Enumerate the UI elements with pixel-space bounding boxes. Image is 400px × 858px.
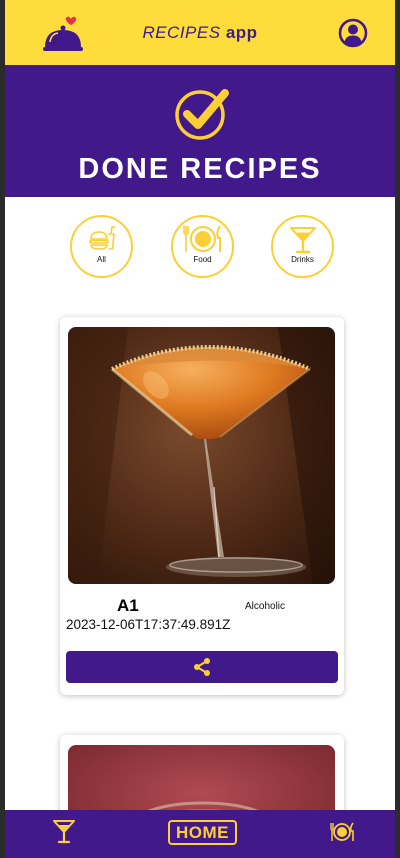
page-banner: DONE RECIPES: [5, 65, 395, 197]
bottom-nav: HOME: [5, 810, 395, 858]
app-title: RECIPES app: [142, 23, 257, 43]
cocktail-photo: [68, 327, 335, 584]
recipe-done-date: 2023-12-06T17:37:49.891Z: [66, 617, 231, 632]
filter-all-button[interactable]: All: [70, 215, 133, 278]
share-icon: [194, 658, 210, 676]
page-title: DONE RECIPES: [78, 153, 322, 185]
meals-nav-icon[interactable]: [329, 821, 355, 843]
drinks-nav-icon[interactable]: [52, 819, 76, 845]
filter-buttons: All Food Drinks: [5, 215, 395, 279]
recipe-name[interactable]: A1: [117, 596, 139, 616]
done-recipe-card: A1 Alcoholic 2023-12-06T17:37:49.891Z: [60, 317, 344, 695]
fastfood-icon: [88, 225, 115, 250]
recipe-category-tag: Alcoholic: [245, 601, 286, 612]
app-frame: RECIPES app DONE RECIPES All Food Drinks…: [0, 0, 400, 858]
filter-all-label: All: [97, 255, 106, 264]
cloche-heart-icon: [43, 16, 83, 51]
check-circle-icon: [175, 89, 229, 140]
filter-food-button[interactable]: Food: [171, 215, 234, 278]
plate-cutlery-icon: [182, 225, 221, 252]
share-button[interactable]: [66, 651, 338, 683]
filter-drinks-button[interactable]: Drinks: [271, 215, 334, 278]
app-title-app: app: [225, 22, 258, 42]
profile-icon[interactable]: [338, 18, 368, 48]
filter-drinks-label: Drinks: [291, 255, 314, 264]
app-title-recipes: RECIPES: [142, 22, 221, 42]
filter-food-label: Food: [193, 255, 212, 264]
cocktail-icon: [289, 227, 316, 254]
recipe-image[interactable]: [68, 327, 335, 584]
top-header: RECIPES app: [5, 0, 395, 65]
home-button[interactable]: HOME: [168, 820, 237, 845]
